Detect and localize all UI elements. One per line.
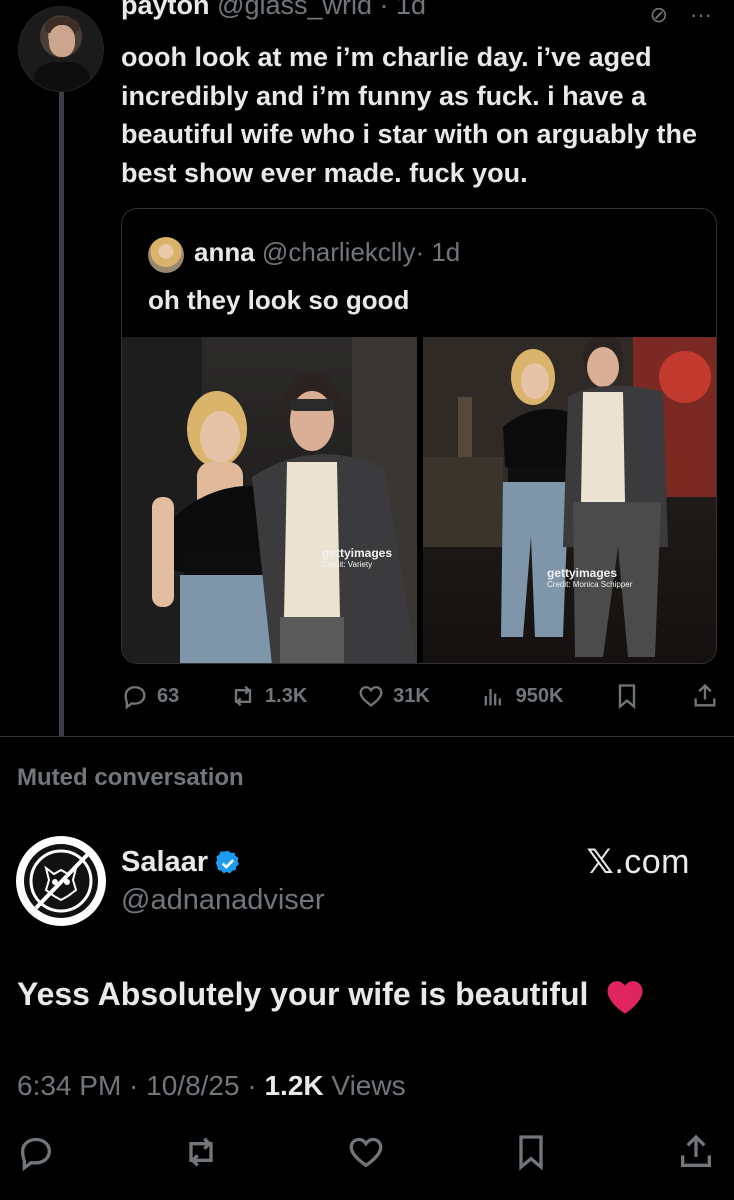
quote-age: · 1d [415, 237, 461, 267]
analytics-icon [484, 689, 501, 706]
bookmark-icon[interactable] [511, 1132, 551, 1172]
quote-photo-1[interactable]: gettyimages Credit: Variety [122, 337, 417, 663]
views-button[interactable]: 950K [480, 682, 564, 710]
tweet-meta: 6:34 PM · 10/8/25 · 1.2K Views [17, 1070, 406, 1102]
tweet-age: · 1d [379, 0, 427, 20]
heart-icon[interactable] [346, 1132, 386, 1172]
quote-photo-2[interactable]: gettyimages Credit: Monica Schipper [423, 337, 716, 663]
share-button[interactable] [691, 682, 719, 710]
author-name-row: Salaar [121, 846, 242, 879]
divider [0, 736, 734, 737]
quote-tweet[interactable]: anna @charliekclly· 1d oh they look so g… [121, 208, 717, 664]
top-icons: ⊘ ··· [650, 2, 712, 28]
repost-icon[interactable] [181, 1132, 221, 1172]
bookmark-button[interactable] [613, 682, 641, 710]
tweet-actions [16, 1130, 716, 1174]
more-icon[interactable]: ··· [690, 2, 712, 28]
tweet-actions: 63 1.3K 31K 950K [121, 676, 719, 716]
photo-illustration [423, 337, 716, 657]
tweet-text: oooh look at me i’m charlie day. i’ve ag… [121, 42, 698, 188]
views-label: Views [323, 1070, 406, 1101]
reply-button[interactable]: 63 [121, 682, 179, 710]
watermark: gettyimages Credit: Monica Schipper [547, 566, 633, 589]
thread-line [59, 92, 64, 736]
red-heart-icon [607, 980, 643, 1014]
author-handle[interactable]: @glass_wrld [217, 0, 372, 20]
views-count: 1.2K [264, 1070, 324, 1101]
like-button[interactable]: 31K [357, 682, 430, 710]
quote-author-handle: @charliekclly [261, 237, 416, 267]
reply-count: 63 [157, 684, 180, 707]
avatar[interactable] [16, 836, 106, 926]
x-watermark: 𝕏.com [586, 843, 690, 881]
views-count: 950K [515, 684, 564, 707]
share-icon[interactable] [676, 1132, 716, 1172]
grok-icon[interactable]: ⊘ [650, 2, 668, 28]
author-name[interactable]: payton [121, 0, 210, 20]
reply-icon[interactable] [16, 1132, 56, 1172]
repost-icon [234, 685, 252, 707]
quote-text: oh they look so good [148, 285, 410, 315]
avatar[interactable] [18, 6, 104, 92]
share-icon [694, 683, 716, 707]
author-name[interactable]: Salaar [121, 846, 208, 879]
timestamp[interactable]: 6:34 PM · 10/8/25 · [17, 1070, 264, 1101]
watermark: gettyimages Credit: Variety [322, 546, 393, 569]
quote-author-name: anna [194, 237, 255, 267]
tweet-header: payton @glass_wrld · 1d [121, 0, 426, 24]
repost-count: 1.3K [265, 684, 308, 707]
quote-header: anna @charliekclly· 1d [194, 237, 460, 268]
reply-icon [124, 686, 146, 710]
author-handle[interactable]: @adnanadviser [121, 884, 325, 917]
logo-icon [29, 849, 93, 913]
repost-button[interactable]: 1.3K [229, 682, 307, 710]
photo-illustration [122, 337, 417, 663]
like-count: 31K [393, 684, 430, 707]
avatar [148, 237, 184, 273]
muted-conversation-label[interactable]: Muted conversation [17, 764, 244, 792]
heart-icon [359, 686, 383, 707]
bookmark-icon [619, 684, 636, 709]
tweet-text: Yess Absolutely your wife is beautiful [17, 976, 645, 1016]
verified-badge-icon [215, 850, 240, 873]
